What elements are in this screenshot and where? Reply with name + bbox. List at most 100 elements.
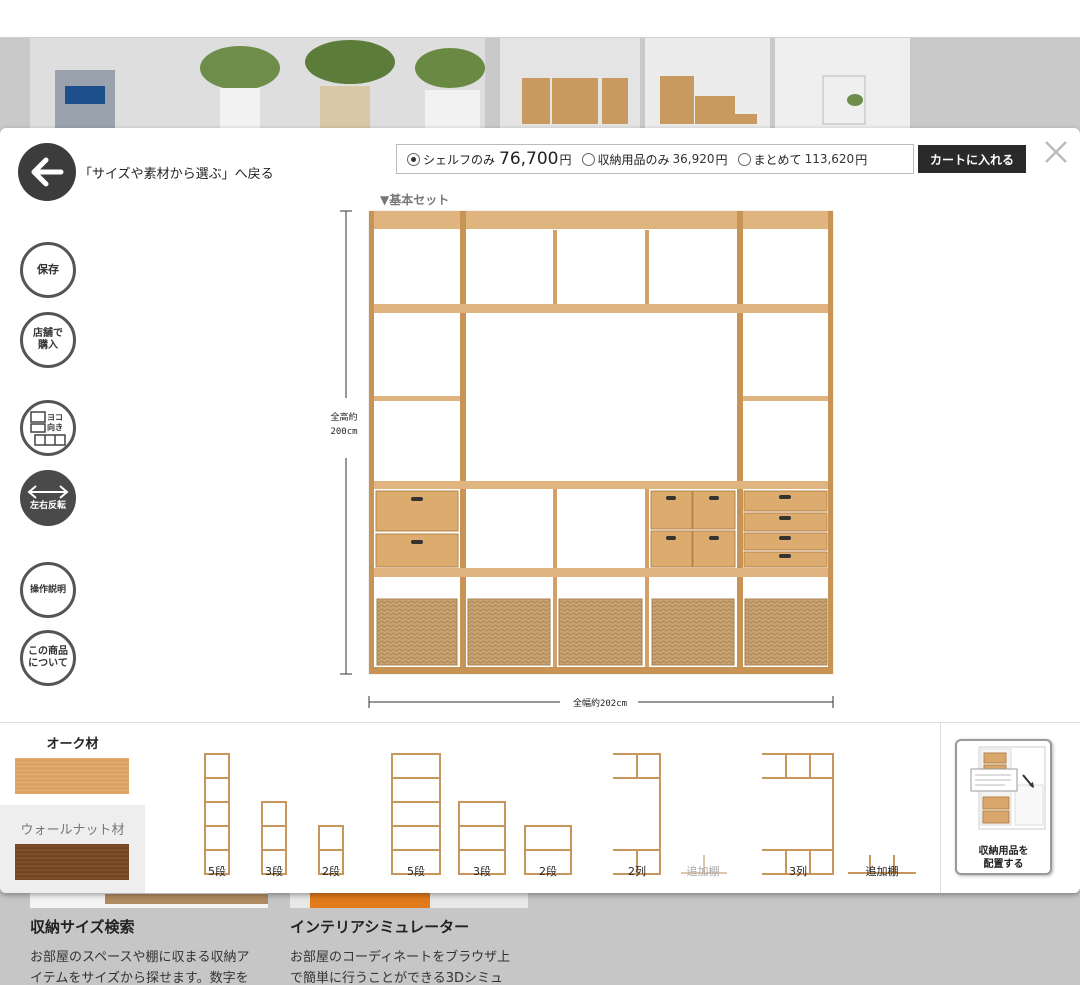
piece-label: 2段 xyxy=(322,865,340,878)
storage-items-icon xyxy=(970,746,1046,830)
shelves-photo xyxy=(500,38,640,130)
piece-label: 追加棚 xyxy=(686,865,720,878)
radio-selected-icon xyxy=(407,152,420,166)
radio-icon xyxy=(737,152,751,166)
height-label-1: 全高約 xyxy=(330,411,357,423)
help-button[interactable]: 操作説明 xyxy=(20,562,76,618)
basket[interactable] xyxy=(744,598,828,666)
back-button[interactable]: 「サイズや素材から選ぶ」へ戻る xyxy=(18,143,274,201)
top-board xyxy=(369,211,833,229)
shelf-board xyxy=(743,396,828,401)
about-product-button[interactable]: この商品 について xyxy=(20,630,76,686)
width-label: 全幅約202cm xyxy=(573,697,627,709)
hero-banner xyxy=(0,38,1080,130)
simulator-text: お部屋のコーディネートをブラウザ上 で簡単に行うことができる3Dシミュ xyxy=(290,950,511,985)
frame-post xyxy=(645,230,649,304)
save-button[interactable]: 保存 xyxy=(20,242,76,298)
basket[interactable] xyxy=(558,598,643,666)
orientation-button[interactable]: ヨコ 向き xyxy=(20,400,76,456)
frame-post xyxy=(553,574,557,674)
shelf-board xyxy=(374,304,828,313)
size-search-title[interactable]: 収納サイズ検索 xyxy=(30,916,280,937)
option-label: 収納用品のみ xyxy=(597,152,670,167)
arrow-left-icon xyxy=(18,143,76,201)
price-value: 113,620 xyxy=(804,152,855,166)
option-all[interactable]: まとめて 113,620 円 xyxy=(737,151,868,168)
place-storage-label: 収納用品を 配置する xyxy=(978,846,1029,870)
about-label-1: この商品 xyxy=(28,646,68,657)
shelf-configurator-modal: 「サイズや素材から選ぶ」へ戻る 保存 店舗で 購入 ヨコ 向き 左右反転 操作説… xyxy=(0,128,1080,893)
piece-5-tier-wide[interactable] xyxy=(391,753,441,875)
flip-arrows-icon xyxy=(27,485,69,499)
radio-icon xyxy=(581,152,595,166)
piece-label: 3段 xyxy=(265,865,283,878)
basket[interactable] xyxy=(376,598,458,666)
material-selector: オーク材 ウォールナット材 xyxy=(0,723,145,893)
close-icon[interactable] xyxy=(1042,138,1070,166)
parts-palette: オーク材 ウォールナット材 5段 3段 2段 5段 3段 2段 2列 追加棚 3… xyxy=(0,722,1080,893)
drawer-unit[interactable] xyxy=(375,490,459,568)
store-label-1: 店舗で xyxy=(33,328,63,339)
option-label: シェルフのみ xyxy=(423,152,496,167)
basket[interactable] xyxy=(651,598,735,666)
frame-post xyxy=(553,230,557,304)
drawer-unit[interactable] xyxy=(650,490,736,568)
orientation-label-1: ヨコ xyxy=(47,413,63,422)
material-oak[interactable]: オーク材 xyxy=(0,723,145,805)
cubes-photo xyxy=(645,38,770,130)
shelf-board xyxy=(374,568,828,577)
background-content: 収納サイズ検索 お部屋のスペースや棚に収まる収納ア イテムをサイズから探せます。数… xyxy=(0,890,1080,985)
shelf-board xyxy=(374,481,828,489)
drawer-unit[interactable] xyxy=(743,490,828,568)
save-label: 保存 xyxy=(37,263,59,276)
store-label-2: 購入 xyxy=(38,340,58,351)
bottom-board xyxy=(369,667,833,674)
frame-post xyxy=(645,488,649,674)
about-label-2: について xyxy=(28,658,68,669)
piece-label: 追加棚 xyxy=(865,865,899,878)
oak-swatch xyxy=(15,758,129,794)
piece-label: 3段 xyxy=(473,865,491,878)
piece-label: 2段 xyxy=(539,865,557,878)
price-value: 76,700 xyxy=(499,149,559,169)
piece-label: 2列 xyxy=(628,865,646,878)
frame-post xyxy=(369,211,374,674)
palette-divider xyxy=(940,723,941,893)
price-value: 36,920 xyxy=(672,152,715,166)
simulator-title[interactable]: インテリアシミュレーター xyxy=(290,916,540,937)
piece-5-tier-narrow[interactable] xyxy=(204,753,230,875)
frame-post xyxy=(553,488,557,568)
shelf-board xyxy=(374,396,460,401)
piece-2-column[interactable] xyxy=(613,753,661,875)
size-search-text: お部屋のスペースや棚に収まる収納ア イテムをサイズから探せます。数字を xyxy=(30,950,250,985)
flip-button[interactable]: 左右反転 xyxy=(20,470,76,526)
height-label-2: 200cm xyxy=(330,427,357,437)
material-walnut[interactable]: ウォールナット材 xyxy=(0,809,145,893)
material-name: ウォールナット材 xyxy=(20,823,125,838)
piece-3-column[interactable] xyxy=(762,753,834,875)
frame-post xyxy=(737,211,743,674)
price-currency: 円 xyxy=(715,152,728,167)
price-currency: 円 xyxy=(855,152,868,167)
horizontal-orientation-icon: ヨコ 向き xyxy=(30,411,66,446)
simulator-section: インテリアシミュレーター お部屋のコーディネートをブラウザ上 で簡単に行うことがで… xyxy=(290,916,540,985)
basket[interactable] xyxy=(467,598,551,666)
option-label: まとめて xyxy=(753,152,802,167)
help-label: 操作説明 xyxy=(29,585,66,595)
orientation-label-2: 向き xyxy=(47,422,63,432)
frame-post xyxy=(460,211,466,674)
option-shelf-only[interactable]: シェルフのみ 76,700 円 xyxy=(407,149,572,169)
add-to-cart-button[interactable]: カートに入れる xyxy=(918,145,1026,173)
rack-photo xyxy=(775,38,910,130)
walnut-swatch xyxy=(15,844,129,880)
option-storage-only[interactable]: 収納用品のみ 36,920 円 xyxy=(581,151,728,168)
flip-label: 左右反転 xyxy=(29,501,66,511)
place-storage-button[interactable]: 収納用品を 配置する xyxy=(955,739,1052,875)
piece-label: 5段 xyxy=(208,865,226,878)
back-label: 「サイズや素材から選ぶ」へ戻る xyxy=(79,166,274,182)
shelf-preview[interactable]: 全高約 200cm 全幅約202cm xyxy=(320,204,840,714)
buy-in-store-button[interactable]: 店舗で 購入 xyxy=(20,312,76,368)
piece-label: 3列 xyxy=(789,865,807,878)
piece-label: 5段 xyxy=(407,865,425,878)
price-currency: 円 xyxy=(559,152,572,167)
